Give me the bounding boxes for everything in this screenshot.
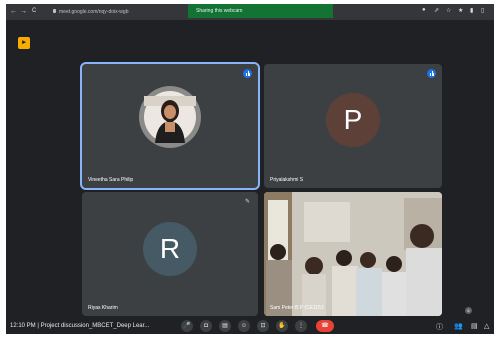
record-icon[interactable]: ● xyxy=(422,7,426,13)
sharing-banner: Sharing this webcam xyxy=(188,4,333,18)
participant-name: Priyalakshmi S xyxy=(270,177,304,183)
banner-text: Sharing this webcam xyxy=(196,8,243,14)
speaking-indicator-icon xyxy=(243,69,252,78)
extension-icon[interactable]: ▮ xyxy=(470,7,473,14)
mic-off-icon: ✎ xyxy=(244,199,250,205)
emoji-icon[interactable]: ☺ xyxy=(238,320,250,332)
avatar: R xyxy=(143,222,197,276)
captions-icon[interactable]: ▤ xyxy=(219,320,231,332)
participant-name: Riyas Kharim xyxy=(88,305,118,311)
address-bar[interactable]: meet.google.com/nqy-doix-wgb xyxy=(59,9,128,15)
end-call-icon[interactable]: ☎ xyxy=(316,320,334,332)
participant-name: Vineetha Sara Philip xyxy=(88,177,134,183)
raise-hand-icon[interactable]: ✋ xyxy=(276,320,288,332)
menu-icon[interactable]: ▯ xyxy=(481,7,484,14)
back-icon[interactable]: ← xyxy=(10,8,17,15)
participant-tile[interactable]: Sam Peter B.P (CE1153 xyxy=(264,192,442,316)
speaking-indicator-icon xyxy=(427,69,436,78)
reload-icon[interactable]: C xyxy=(32,8,36,15)
meeting-info: 12:10 PM | Project discussion_MBCET_Deep… xyxy=(10,323,149,329)
avatar xyxy=(139,86,201,148)
meeting-control-bar: 12:10 PM | Project discussion_MBCET_Deep… xyxy=(6,307,494,334)
participant-name: Sam Peter B.P (CE1153 xyxy=(270,305,324,311)
meet-window: ← → C meet.google.com/nqy-doix-wgb ● ⇗ ☆… xyxy=(6,4,494,334)
lock-icon xyxy=(53,9,56,13)
bookmark-icon[interactable]: ☆ xyxy=(446,7,451,14)
avatar-letter: P xyxy=(343,104,363,135)
separator: | xyxy=(37,323,39,329)
extension-icon[interactable]: ★ xyxy=(458,7,463,14)
mic-icon[interactable]: 🎤 xyxy=(181,320,193,332)
participant-count-badge: 6 xyxy=(465,307,472,314)
participant-tile[interactable]: P Priyalakshmi S xyxy=(264,64,442,188)
chat-icon[interactable]: ▤ xyxy=(471,322,478,330)
present-icon[interactable]: ⊡ xyxy=(257,320,269,332)
participant-video xyxy=(264,192,442,316)
info-icon[interactable]: ⓘ xyxy=(436,322,443,332)
activity-icon[interactable]: ▸ xyxy=(18,37,30,49)
clock-time: 12:10 PM xyxy=(10,323,36,329)
avatar: P xyxy=(326,93,380,147)
activities-icon[interactable]: △ xyxy=(484,322,489,330)
forward-icon[interactable]: → xyxy=(20,8,27,15)
people-icon[interactable]: 👥 xyxy=(454,322,463,330)
share-icon[interactable]: ⇗ xyxy=(434,7,439,14)
participant-tile[interactable]: Vineetha Sara Philip xyxy=(80,62,260,190)
meeting-title: Project discussion_MBCET_Deep Lear... xyxy=(40,323,150,329)
participant-tile[interactable]: ✎ R Riyas Kharim xyxy=(82,192,258,316)
camera-icon[interactable]: ◘ xyxy=(200,320,212,332)
more-icon[interactable]: ⋮ xyxy=(295,320,307,332)
participant-photo xyxy=(144,91,196,143)
avatar-letter: R xyxy=(159,233,181,264)
